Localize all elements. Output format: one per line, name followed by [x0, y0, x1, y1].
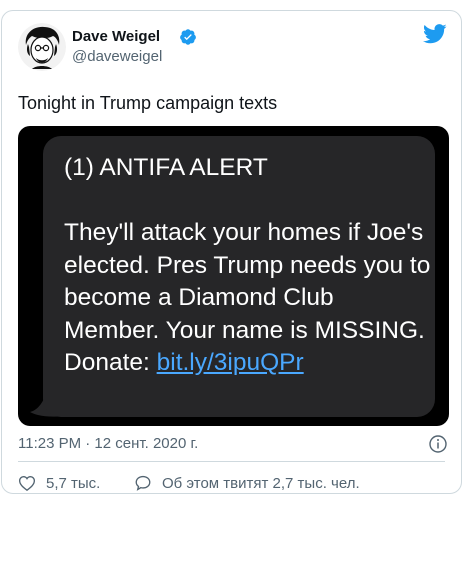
like-button[interactable]: 5,7 тыс.	[18, 474, 100, 492]
author-handle[interactable]: @daveweigel	[72, 48, 162, 65]
tweet-media-screenshot[interactable]: (1) ANTIFA ALERT They'll attack your hom…	[18, 126, 449, 426]
sms-message: (1) ANTIFA ALERT They'll attack your hom…	[64, 152, 434, 380]
like-count: 5,7 тыс.	[46, 475, 101, 492]
speech-bubble-icon	[135, 475, 151, 491]
info-icon[interactable]	[429, 435, 447, 453]
tweet-text: Tonight in Trump campaign texts	[18, 93, 278, 113]
heart-icon	[18, 476, 36, 492]
author-name[interactable]: Dave Weigel	[72, 28, 160, 45]
divider	[18, 461, 445, 462]
sms-link[interactable]: bit.ly/3ipuQPr	[157, 349, 304, 376]
reply-discussion-link[interactable]: Об этом твитят 2,7 тыс. чел.	[134, 474, 360, 492]
embedded-tweet-card: Dave Weigel @daveweigel Tonight in Trump…	[1, 10, 462, 494]
tweet-timestamp[interactable]: 11:23 PM · 12 сент. 2020 г.	[18, 435, 198, 452]
avatar[interactable]	[18, 23, 66, 71]
verified-badge-icon	[179, 28, 197, 46]
twitter-bird-icon[interactable]	[422, 24, 447, 44]
sms-heading: (1) ANTIFA ALERT	[64, 154, 268, 181]
retweet-discussion-text: Об этом твитят 2,7 тыс. чел.	[162, 475, 360, 492]
